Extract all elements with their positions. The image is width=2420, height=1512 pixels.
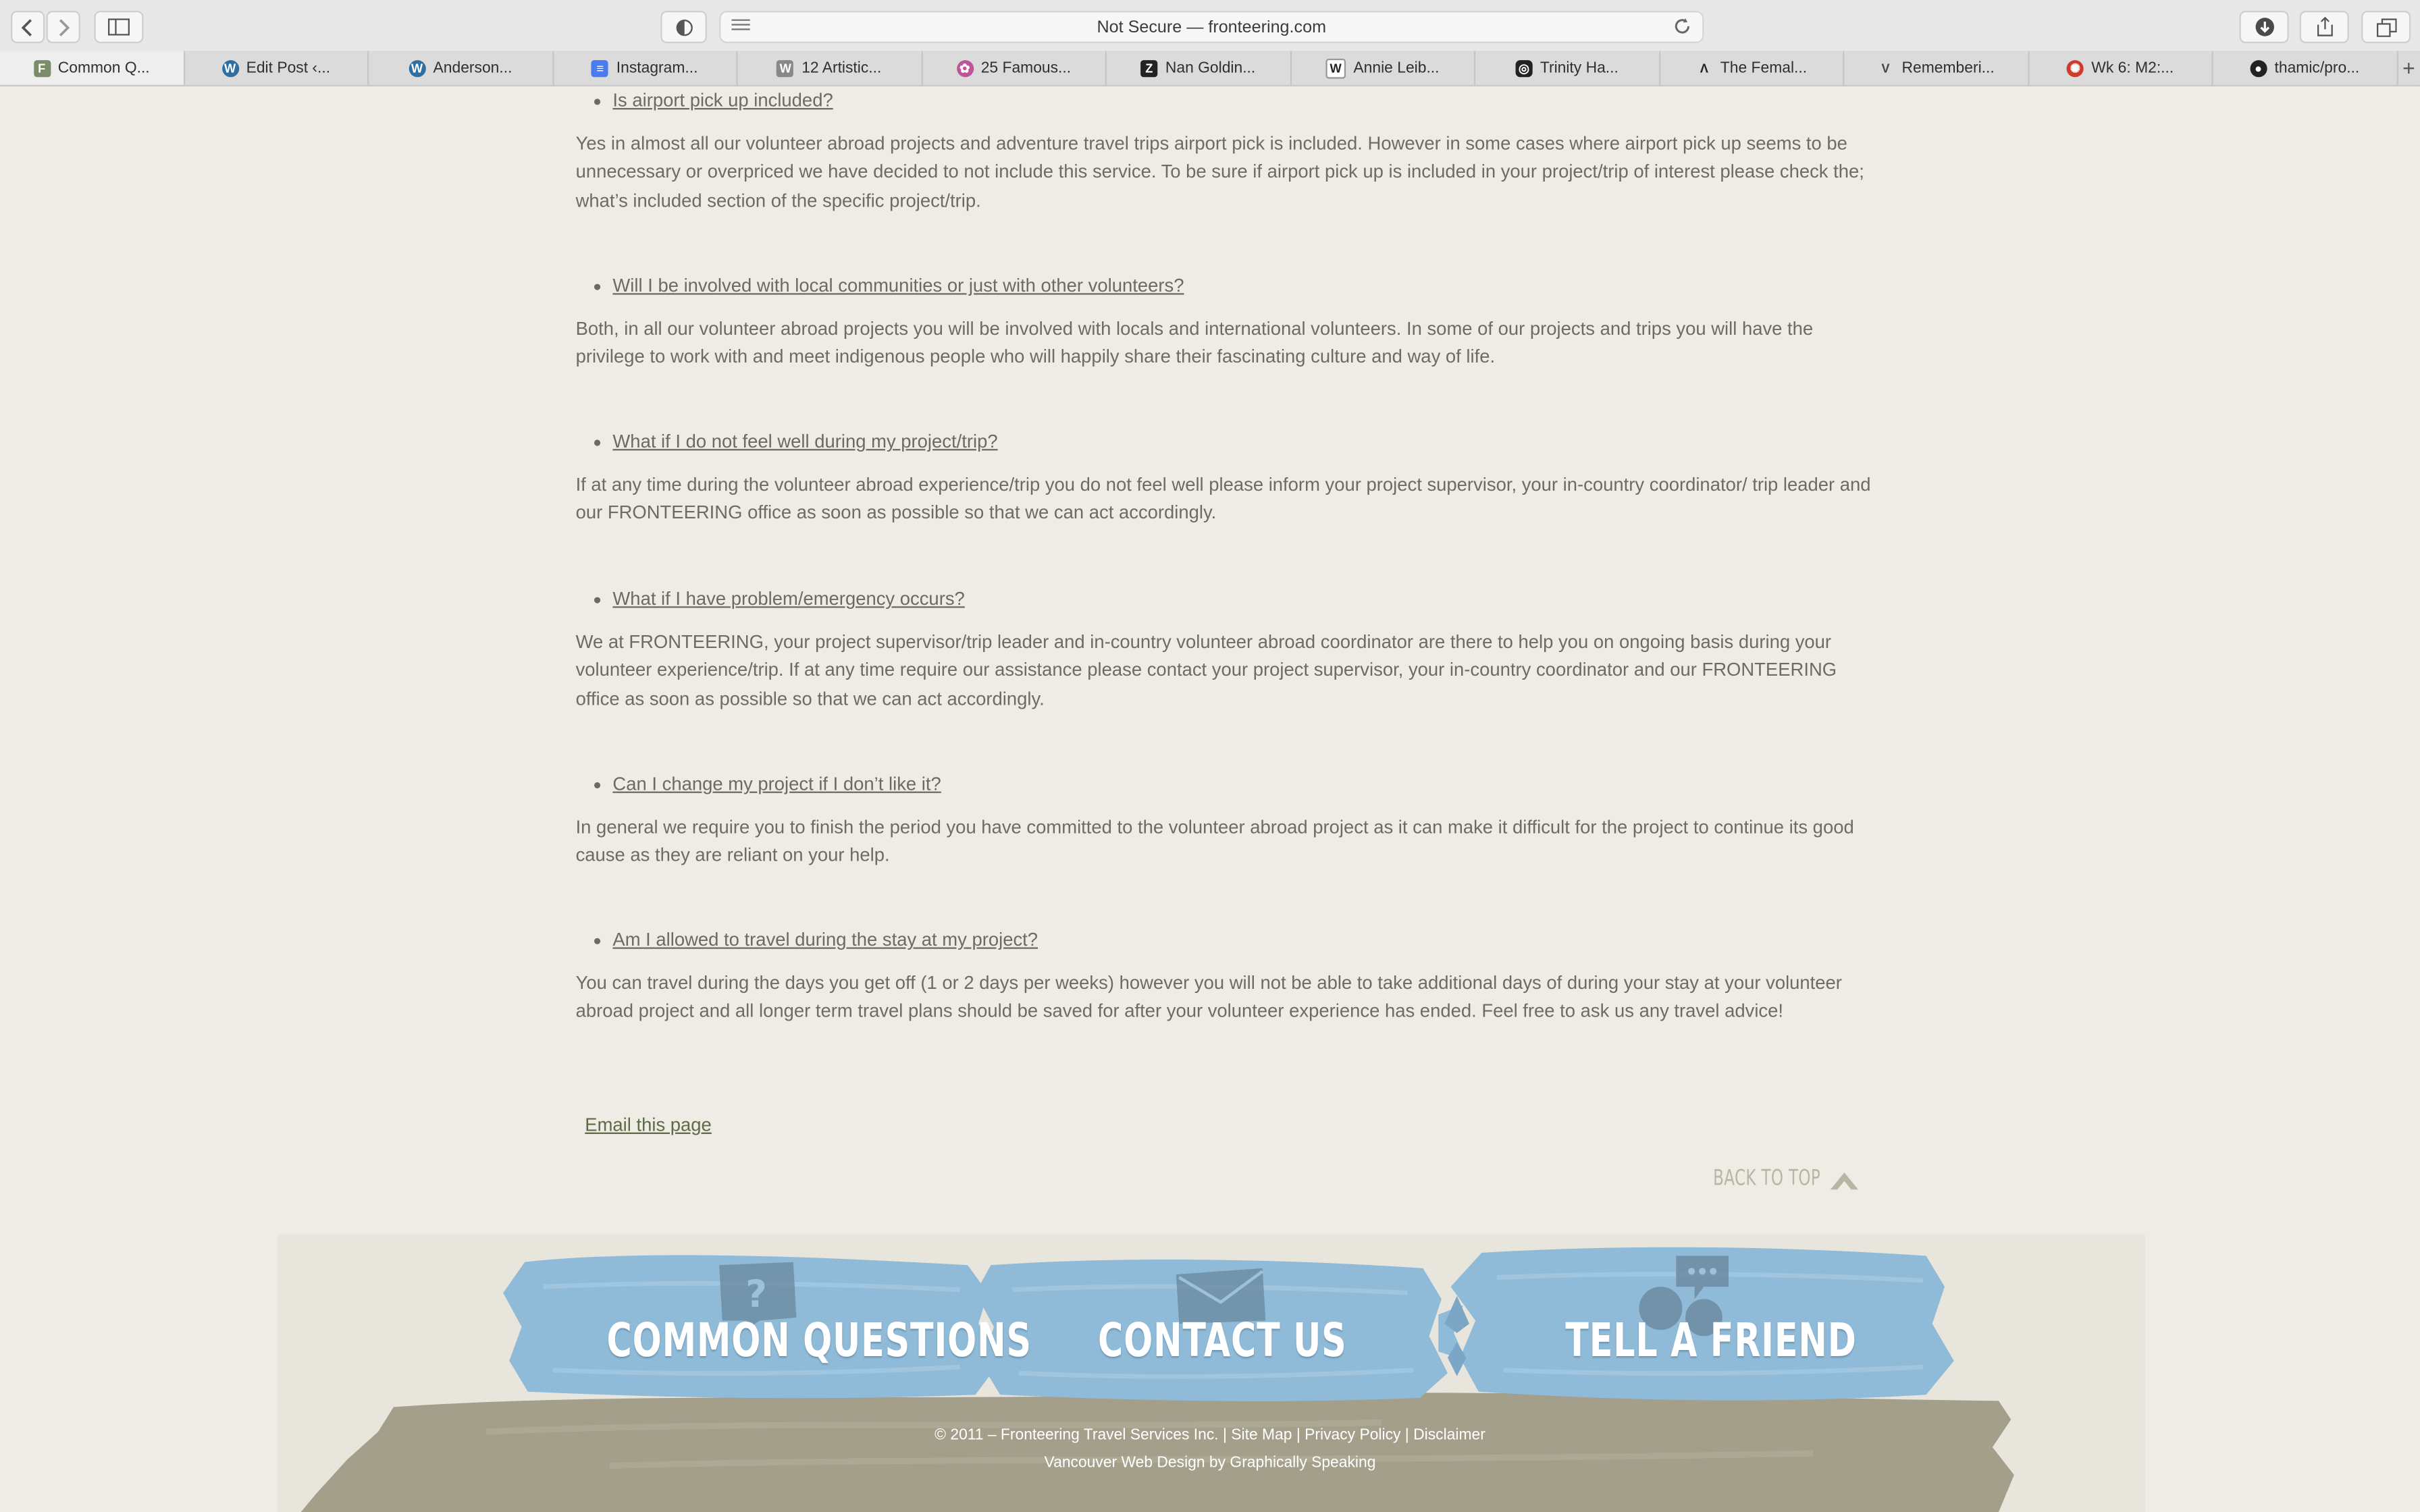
faq-answer: In general we require you to finish the … [575, 816, 1854, 866]
tab-label: 25 Famous... [980, 59, 1072, 77]
separator: | [1222, 1427, 1227, 1444]
wordpress-icon: W [221, 59, 239, 77]
back-to-top-arrow-icon[interactable] [1827, 1168, 1861, 1193]
tabs-overview-icon[interactable] [2361, 10, 2411, 43]
faq-question-link[interactable]: Will I be involved with local communitie… [594, 275, 1184, 296]
separator: | [1296, 1427, 1300, 1444]
faq-answer: You can travel during the days you get o… [575, 971, 1842, 1022]
z-icon: Z [1140, 59, 1158, 77]
tab-nan-goldin[interactable]: Z Nan Goldin... [1107, 51, 1291, 85]
tab-label: Rememberi... [1901, 59, 1995, 77]
faq-question-link[interactable]: Is airport pick up included? [594, 90, 833, 111]
tab-label: thamic/pro... [2274, 59, 2360, 77]
tab-label: The Femal... [1720, 59, 1808, 77]
email-this-page-link[interactable]: Email this page [585, 1114, 712, 1135]
faq-answer: Both, in all our volunteer abroad projec… [575, 317, 1814, 368]
reader-icon[interactable] [731, 18, 750, 38]
flower-icon: ✿ [956, 59, 974, 77]
tab-label: Instagram... [616, 59, 698, 77]
a-icon: Λ [1700, 61, 1708, 75]
copyright-text: © 2011 – Fronteering Travel Services Inc… [935, 1427, 1219, 1444]
tab-label: 12 Artistic... [801, 59, 882, 77]
back-to-top-label: BACK TO TOP [1713, 1166, 1821, 1191]
footer-divider-icon [1444, 1295, 1469, 1376]
tab-trinity[interactable]: ◎ Trinity Ha... [1475, 51, 1660, 85]
google-docs-icon: ≡ [591, 59, 609, 77]
tab-annie-leib[interactable]: W Annie Leib... [1291, 51, 1476, 85]
address-text: Not Secure — fronteering.com [1097, 18, 1327, 36]
separator: | [1404, 1427, 1409, 1444]
tab-25-famous[interactable]: ✿ 25 Famous... [922, 51, 1107, 85]
disclaimer-link[interactable]: Disclaimer [1413, 1427, 1485, 1444]
tab-edit-post[interactable]: W Edit Post ‹... [184, 51, 369, 85]
faq-answer: We at FRONTEERING, your project supervis… [575, 630, 1837, 709]
tell-a-friend-button[interactable]: TELL A FRIEND [1565, 1314, 1856, 1368]
tab-github[interactable]: ● thamic/pro... [2213, 51, 2398, 85]
faq-question-link[interactable]: Can I change my project if I don’t like … [594, 773, 941, 794]
tab-anderson[interactable]: W Anderson... [369, 51, 554, 85]
v-icon: V [1881, 61, 1890, 75]
privacy-policy-link[interactable]: Privacy Policy [1305, 1427, 1400, 1444]
faq-question-link[interactable]: What if I have problem/emergency occurs? [594, 588, 965, 610]
tab-common-questions[interactable]: F Common Q... [0, 51, 185, 85]
tab-12-artistic[interactable]: W 12 Artistic... [738, 51, 922, 85]
w-icon: W [777, 59, 794, 77]
tab-label: Wk 6: M2:... [2091, 59, 2174, 77]
faq-question-link[interactable]: What if I do not feel well during my pro… [594, 431, 998, 452]
download-icon[interactable] [2239, 10, 2289, 43]
forward-arrow-icon[interactable] [46, 10, 80, 43]
tab-instagram-doc[interactable]: ≡ Instagram... [553, 51, 738, 85]
tab-label: Common Q... [57, 59, 150, 77]
faq-question-link[interactable]: Am I allowed to travel during the stay a… [594, 929, 1038, 950]
privacy-shield-icon[interactable] [660, 10, 707, 43]
reload-icon[interactable] [1673, 17, 1691, 40]
canvas-icon: ✺ [2066, 59, 2084, 77]
tab-label: Annie Leib... [1353, 59, 1440, 77]
tab-label: Edit Post ‹... [246, 59, 331, 77]
footer-brush-stroke [300, 1393, 2014, 1512]
address-bar[interactable]: Not Secure — fronteering.com [719, 10, 1704, 43]
github-icon: ● [2249, 59, 2267, 77]
instagram-icon: ◎ [1515, 59, 1533, 77]
back-to-top-link[interactable]: BACK TO TOP [1713, 1166, 1820, 1191]
tab-label: Nan Goldin... [1165, 59, 1256, 77]
credit-text[interactable]: Vancouver Web Design by Graphically Spea… [1045, 1455, 1376, 1472]
tab-label: Anderson... [433, 59, 512, 77]
fronteering-favicon-icon: F [33, 59, 51, 77]
back-arrow-icon[interactable] [10, 10, 45, 43]
wikipedia-icon: W [1325, 57, 1346, 78]
browser-toolbar: Not Secure — fronteering.com [0, 0, 2420, 53]
svg-text:?: ? [745, 1272, 767, 1316]
tab-label: Trinity Ha... [1540, 59, 1619, 77]
contact-us-button[interactable]: CONTACT US [1091, 1314, 1354, 1368]
tab-remembering[interactable]: V Rememberi... [1844, 51, 2029, 85]
sidebar-toggle-icon[interactable] [94, 10, 144, 43]
tab-bar: F Common Q... W Edit Post ‹... W Anderso… [0, 51, 2420, 86]
site-map-link[interactable]: Site Map [1231, 1427, 1292, 1444]
share-icon[interactable] [2299, 10, 2349, 43]
tab-the-female[interactable]: Λ The Femal... [1660, 51, 1845, 85]
footer-copyright-line: © 2011 – Fronteering Travel Services Inc… [0, 1427, 2420, 1444]
footer-credit[interactable]: Vancouver Web Design by Graphically Spea… [0, 1455, 2420, 1472]
tab-wk6[interactable]: ✺ Wk 6: M2:... [2029, 51, 2213, 85]
faq-answer: Yes in almost all our volunteer abroad p… [575, 132, 1864, 211]
wordpress-icon: W [408, 59, 426, 77]
faq-answer: If at any time during the volunteer abro… [575, 473, 1871, 524]
new-tab-plus-icon[interactable]: + [2398, 51, 2420, 84]
common-questions-button[interactable]: COMMON QUESTIONS [607, 1314, 1032, 1368]
